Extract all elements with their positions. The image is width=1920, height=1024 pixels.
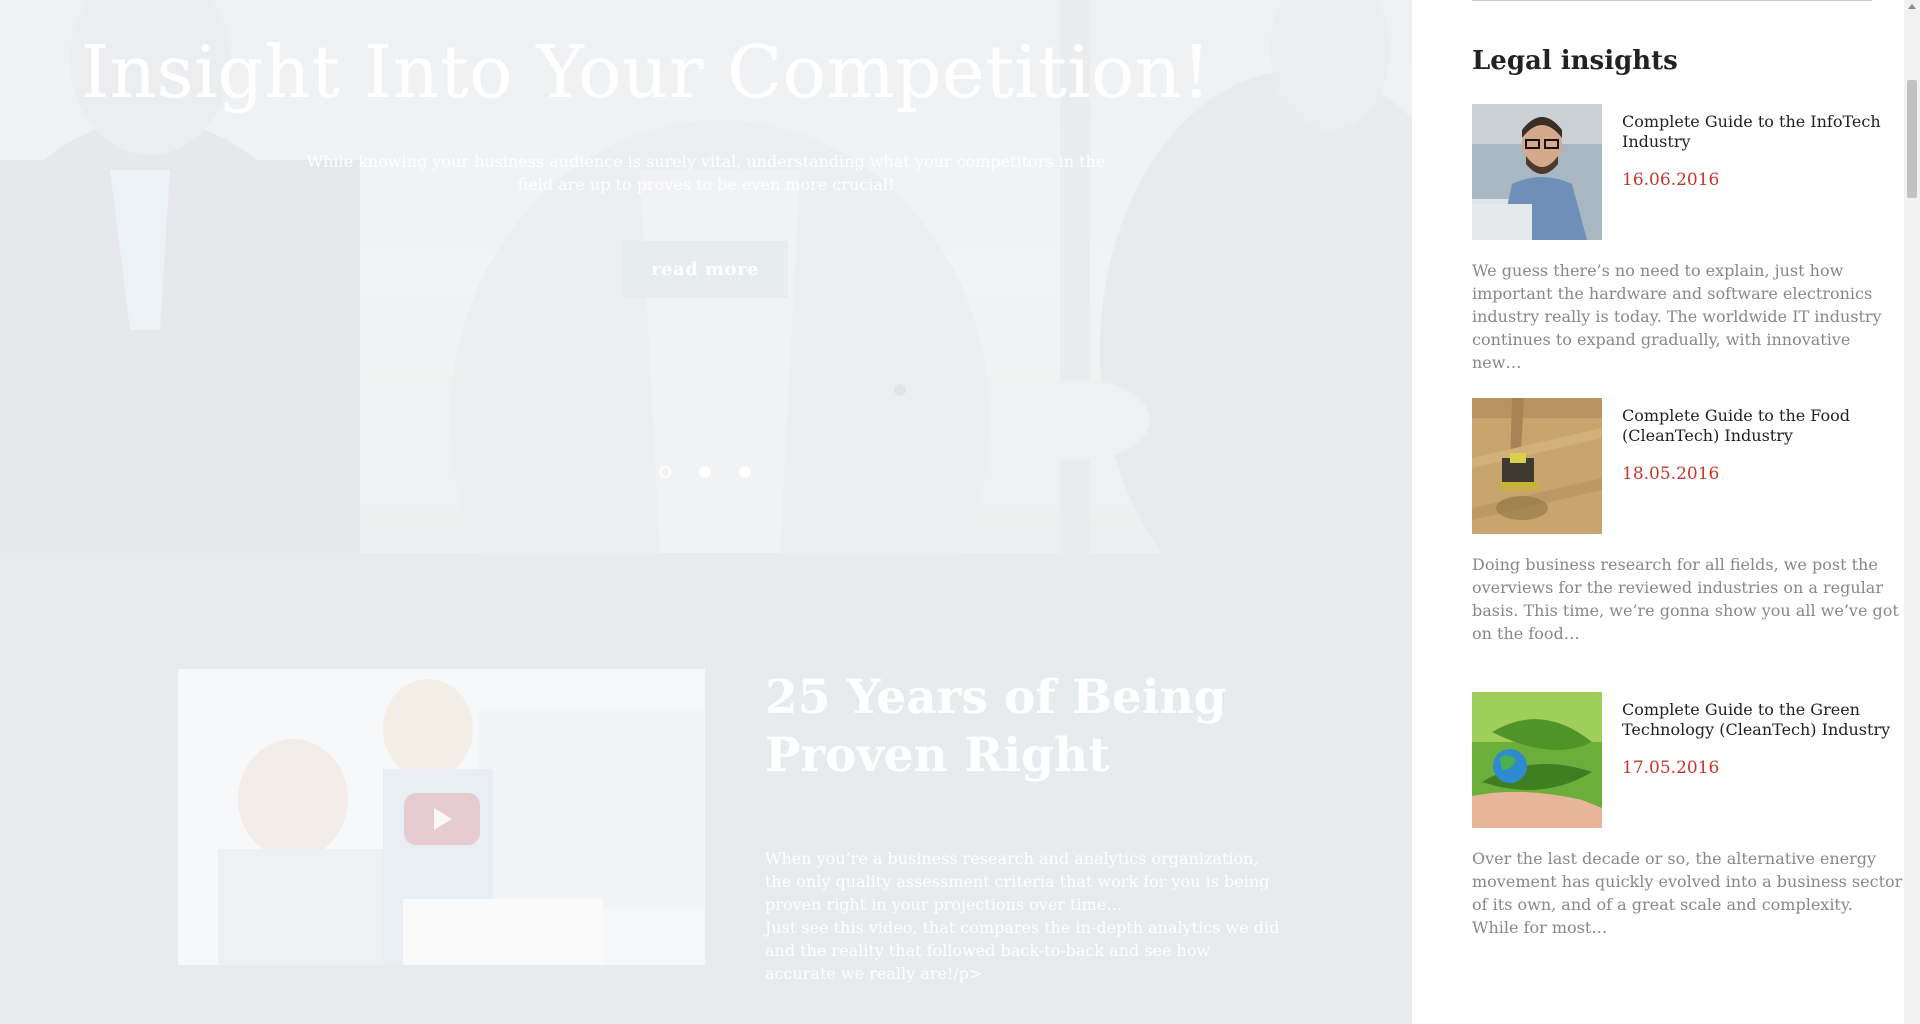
scrollbar-thumb[interactable]: [1907, 80, 1917, 198]
sidebar-divider: [1472, 0, 1872, 1]
video-player[interactable]: [178, 669, 705, 965]
about-section: 25 Years of Being Proven Right When you’…: [0, 553, 1412, 1024]
scroll-up-arrow-icon[interactable]: [1904, 0, 1920, 16]
post-title[interactable]: Complete Guide to the Food (CleanTech) I…: [1622, 406, 1897, 446]
post-date: 18.05.2016: [1622, 464, 1720, 484]
slider-dot-3[interactable]: [739, 466, 751, 478]
sidebar: Legal insights Complete Guide to the Inf…: [1412, 0, 1904, 1024]
post-thumbnail-infotech[interactable]: [1472, 104, 1602, 240]
hero-title: Insight Into Your Competition!: [80, 30, 1212, 114]
slider-dot-2[interactable]: [699, 466, 711, 478]
hero-subtitle: While knowing your business audience is …: [306, 152, 1106, 194]
play-icon[interactable]: [404, 793, 480, 845]
post-excerpt: Over the last decade or so, the alternat…: [1472, 849, 1903, 937]
post-title[interactable]: Complete Guide to the Green Technology (…: [1622, 700, 1897, 740]
slider-dot-1[interactable]: [659, 466, 671, 478]
post-thumbnail-food[interactable]: [1472, 398, 1602, 534]
post-date: 16.06.2016: [1622, 170, 1720, 190]
post-excerpt: We guess there’s no need to explain, jus…: [1472, 261, 1882, 372]
sidebar-heading: Legal insights: [1472, 46, 1678, 76]
main-content: Insight Into Your Competition! While kno…: [0, 0, 1412, 1024]
section-title: 25 Years of Being Proven Right: [765, 670, 1227, 783]
hero-slider: Insight Into Your Competition! While kno…: [0, 0, 1412, 553]
post-date: 17.05.2016: [1622, 758, 1720, 778]
post-title[interactable]: Complete Guide to the InfoTech Industry: [1622, 112, 1897, 152]
post-excerpt: Doing business research for all fields, …: [1472, 555, 1899, 643]
post-thumbnail-greentech[interactable]: [1472, 692, 1602, 828]
read-more-button[interactable]: read more: [622, 241, 788, 298]
section-text: When you’re a business research and anal…: [765, 849, 1280, 983]
vertical-scrollbar[interactable]: [1904, 0, 1920, 1024]
slider-pagination: [659, 466, 751, 478]
